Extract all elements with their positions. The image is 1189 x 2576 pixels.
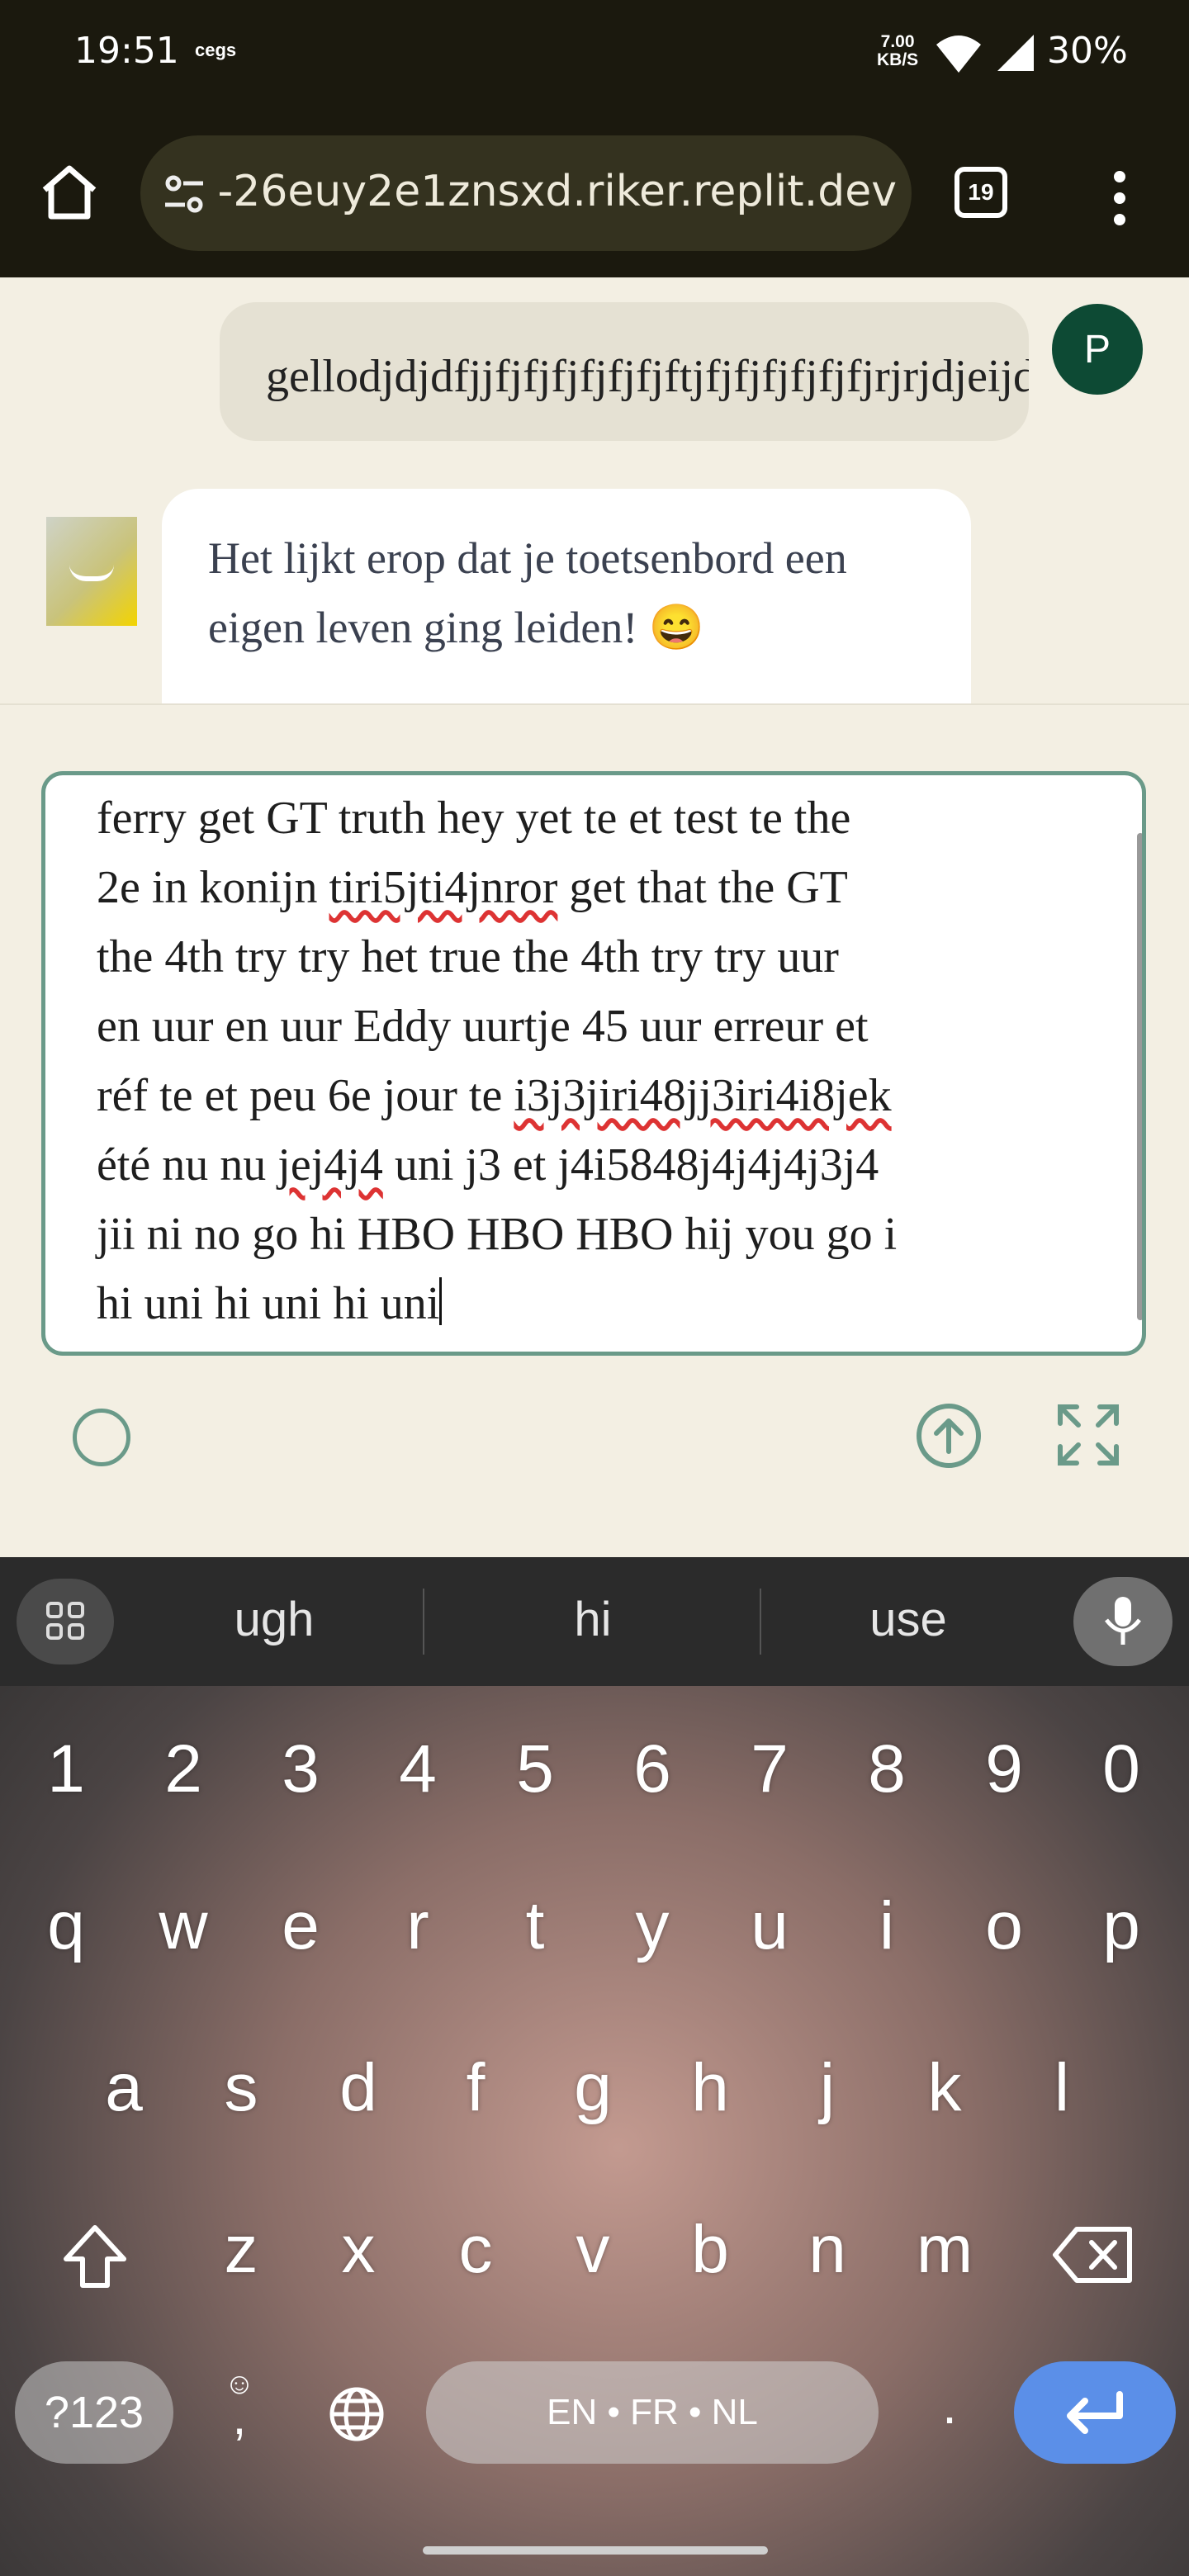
battery-level: 30% — [1047, 30, 1128, 72]
notification-tag: cegs — [195, 40, 237, 60]
address-bar[interactable]: 0-26euy2e1znsxd.riker.replit.dev — [140, 135, 912, 251]
key-p[interactable]: p — [1072, 1887, 1171, 1965]
key-w[interactable]: w — [134, 1887, 233, 1965]
wifi-icon — [936, 36, 981, 73]
key-n[interactable]: n — [778, 2211, 877, 2289]
key-3[interactable]: 3 — [251, 1731, 350, 1808]
emoji-comma-key[interactable]: ☺ , — [218, 2366, 261, 2459]
key-j[interactable]: j — [778, 2049, 877, 2127]
text-caret — [439, 1277, 443, 1325]
suggestion-2[interactable]: hi — [486, 1592, 700, 1647]
key-o[interactable]: o — [955, 1887, 1054, 1965]
user-message-bubble: gellodjdjdfjjfjfjfjfjfjfjftjfjfjfjfjfjfj… — [220, 302, 1029, 441]
assistant-message-text: Het lijkt erop dat je toetsenbord een ei… — [208, 533, 847, 652]
user-avatar[interactable]: P — [1052, 304, 1143, 395]
key-u[interactable]: u — [720, 1887, 819, 1965]
key-0[interactable]: 0 — [1072, 1731, 1171, 1808]
key-r[interactable]: r — [368, 1887, 467, 1965]
key-8[interactable]: 8 — [837, 1731, 936, 1808]
symbols-key[interactable]: ?123 — [15, 2361, 173, 2464]
key-h[interactable]: h — [661, 2049, 760, 2127]
globe-icon[interactable] — [327, 2384, 386, 2444]
site-settings-icon[interactable] — [162, 172, 206, 216]
tab-switcher-button[interactable]: 19 — [955, 167, 1007, 218]
gesture-nav-handle[interactable] — [423, 2546, 768, 2555]
divider — [0, 703, 1189, 705]
backspace-icon[interactable] — [1052, 2224, 1135, 2285]
key-x[interactable]: x — [309, 2211, 408, 2289]
key-c[interactable]: c — [426, 2211, 525, 2289]
scrollbar[interactable] — [1137, 833, 1142, 1320]
more-menu-icon[interactable] — [1103, 165, 1136, 231]
key-k[interactable]: k — [895, 2049, 994, 2127]
key-period[interactable]: . — [925, 2375, 974, 2449]
key-z[interactable]: z — [192, 2211, 291, 2289]
message-input[interactable]: deltest boobee dresser uh hd dj jfj hhhj… — [41, 771, 1146, 1356]
key-l[interactable]: l — [1012, 2049, 1111, 2127]
expand-icon[interactable] — [1055, 1402, 1121, 1468]
send-icon[interactable] — [915, 1402, 983, 1470]
keyboard-menu-icon[interactable] — [17, 1579, 114, 1664]
key-g[interactable]: g — [543, 2049, 642, 2127]
key-s[interactable]: s — [192, 2049, 291, 2127]
suggestion-1[interactable]: ugh — [167, 1592, 381, 1647]
space-bar[interactable]: EN • FR • NL — [426, 2361, 879, 2464]
status-circle-icon[interactable] — [73, 1409, 130, 1466]
misspelled-word[interactable]: i3j3jiri48jj3iri4i8jek — [514, 1070, 891, 1121]
shift-icon[interactable] — [59, 2221, 130, 2292]
key-d[interactable]: d — [309, 2049, 408, 2127]
clock: 19:51 — [74, 30, 179, 72]
enter-key[interactable] — [1014, 2361, 1176, 2464]
network-speed: 7.00 KB/S — [877, 32, 919, 69]
chat-thread: gellodjdjdfjjfjfjfjfjfjfjftjfjfjfjfjfjfj… — [0, 277, 1189, 705]
home-icon[interactable] — [36, 159, 102, 225]
assistant-avatar — [46, 517, 137, 626]
key-2[interactable]: 2 — [134, 1731, 233, 1808]
divider — [760, 1589, 761, 1655]
browser-toolbar: 0-26euy2e1znsxd.riker.replit.dev 19 — [0, 116, 1189, 277]
key-i[interactable]: i — [837, 1887, 936, 1965]
key-9[interactable]: 9 — [955, 1731, 1054, 1808]
misspelled-word[interactable]: tiri5jti4jnror — [329, 862, 558, 913]
key-5[interactable]: 5 — [486, 1731, 585, 1808]
key-t[interactable]: t — [486, 1887, 585, 1965]
key-b[interactable]: b — [661, 2211, 760, 2289]
suggestion-3[interactable]: use — [801, 1592, 1016, 1647]
url-text: 0-26euy2e1znsxd.riker.replit.dev — [220, 167, 897, 216]
suggestion-strip: ugh hi use — [0, 1557, 1189, 1686]
key-m[interactable]: m — [895, 2211, 994, 2289]
enter-icon — [1067, 2391, 1123, 2434]
key-f[interactable]: f — [426, 2049, 525, 2127]
key-6[interactable]: 6 — [603, 1731, 702, 1808]
key-v[interactable]: v — [543, 2211, 642, 2289]
key-a[interactable]: a — [74, 2049, 173, 2127]
key-q[interactable]: q — [17, 1887, 116, 1965]
assistant-message-bubble: Het lijkt erop dat je toetsenbord een ei… — [162, 489, 971, 705]
status-bar: 19:51 cegs 7.00 KB/S 30% — [0, 0, 1189, 116]
on-screen-keyboard: ugh hi use 1 2 3 4 5 6 7 8 9 0 q w e r t… — [0, 1557, 1189, 2576]
mic-icon[interactable] — [1073, 1577, 1172, 1666]
key-y[interactable]: y — [603, 1887, 702, 1965]
signal-icon — [997, 35, 1034, 71]
user-message-text: gellodjdjdfjjfjfjfjfjfjfjftjfjfjfjfjfjfj… — [266, 351, 1029, 402]
key-4[interactable]: 4 — [368, 1731, 467, 1808]
message-input-text[interactable]: deltest boobee dresser uh hd dj jfj hhhj… — [97, 775, 1112, 1338]
divider — [423, 1589, 424, 1655]
key-7[interactable]: 7 — [720, 1731, 819, 1808]
misspelled-word[interactable]: jej4j4 — [277, 1139, 383, 1191]
key-1[interactable]: 1 — [17, 1731, 116, 1808]
key-e[interactable]: e — [251, 1887, 350, 1965]
